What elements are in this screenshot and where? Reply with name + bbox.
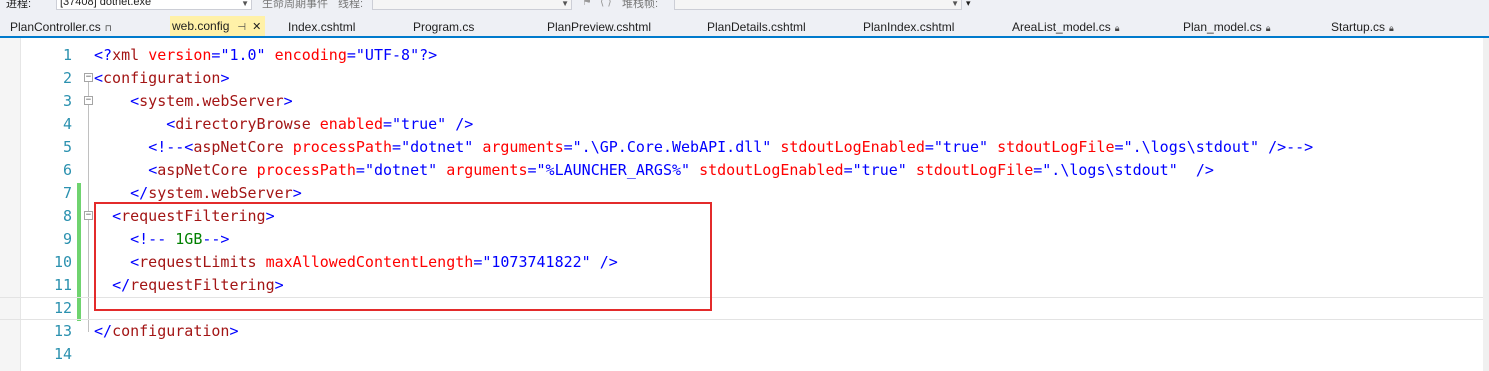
tab-label: web.config	[172, 19, 230, 33]
lock-icon: 🔒︎	[1265, 23, 1271, 33]
debug-toolbar: 进程: [37408] dotnet.exe ▼ 生命周期事件 线程: ▼ ⚑ …	[0, 0, 1489, 14]
process-value: [37408] dotnet.exe	[60, 0, 152, 8]
code-text: <system.webServer>	[130, 92, 293, 110]
collapse-icon[interactable]: −	[84, 96, 93, 105]
tab-plancontroller[interactable]: PlanController.cs ⊓	[10, 18, 112, 36]
code-line-13: 13 </configuration>	[0, 320, 1489, 343]
collapse-icon[interactable]: −	[84, 73, 93, 82]
code-line-4: 4 <directoryBrowse enabled="true" />	[0, 113, 1489, 136]
tab-label: PlanIndex.cshtml	[863, 20, 955, 34]
line-number: 12	[53, 299, 72, 317]
code-editor[interactable]: 1 <?xml version="1.0" encoding="UTF-8"?>…	[0, 38, 1489, 371]
line-number: 10	[53, 253, 72, 271]
process-label: 进程:	[6, 0, 32, 10]
code-text: <directoryBrowse enabled="true" />	[166, 115, 474, 133]
lock-icon: 🔒︎	[1389, 23, 1394, 33]
line-number: 9	[62, 230, 72, 248]
tab-planindex[interactable]: PlanIndex.cshtml	[863, 18, 954, 36]
pin-icon[interactable]: ⊣	[237, 22, 246, 33]
code-line-14: 14	[0, 343, 1489, 366]
line-number: 8	[62, 207, 72, 225]
code-text: <aspNetCore processPath="dotnet" argumen…	[148, 161, 1214, 179]
stack-nav-icon[interactable]: ⟨ ⟩	[600, 0, 612, 8]
tab-label: Startup.cs	[1331, 20, 1386, 34]
chevron-down-icon: ▼	[241, 0, 249, 8]
code-line-3: 3 − <system.webServer>	[0, 90, 1489, 113]
line-number: 6	[62, 161, 72, 179]
process-dropdown[interactable]: [37408] dotnet.exe ▼	[56, 0, 252, 10]
stack-frame-dropdown[interactable]: ▼	[674, 0, 962, 10]
collapse-icon[interactable]: −	[84, 211, 93, 220]
tab-label: Program.cs	[413, 20, 475, 34]
lifecycle-label[interactable]: 生命周期事件	[262, 0, 328, 11]
code-text: <?xml version="1.0" encoding="UTF-8"?>	[94, 46, 438, 64]
tab-label: Plan_model.cs	[1183, 20, 1262, 34]
pin-icon[interactable]: ⊓	[105, 23, 112, 33]
line-number: 4	[62, 115, 72, 133]
tab-plan-model[interactable]: Plan_model.cs 🔒︎	[1183, 18, 1271, 36]
line-number: 2	[62, 69, 72, 87]
tab-label: AreaList_model.cs	[1012, 20, 1111, 34]
thread-label: 线程:	[338, 0, 364, 10]
tab-label: PlanPreview.cshtml	[547, 20, 652, 34]
line-number: 11	[53, 276, 72, 294]
tab-web-config[interactable]: web.config ⊣ ✕	[170, 16, 266, 36]
code-text: <!--<aspNetCore processPath="dotnet" arg…	[148, 138, 1314, 156]
lock-icon: 🔒︎	[1114, 23, 1120, 33]
stack-frame-label: 堆栈帧:	[622, 0, 659, 10]
code-line-6: 6 <aspNetCore processPath="dotnet" argum…	[0, 159, 1489, 182]
code-text: </configuration>	[94, 322, 239, 340]
tab-startup[interactable]: Startup.cs 🔒︎	[1331, 18, 1394, 36]
flag-icon[interactable]: ⚑	[582, 0, 592, 8]
chevron-down-icon: ▼	[951, 0, 959, 8]
vertical-scrollbar[interactable]	[1483, 38, 1489, 371]
code-text: <configuration>	[94, 69, 230, 87]
document-tabs: PlanController.cs ⊓ web.config ⊣ ✕ Index.cs…	[0, 14, 1489, 38]
tab-label: Index.cshtml	[288, 20, 356, 34]
thread-dropdown[interactable]: ▼	[372, 0, 572, 10]
toolbar-overflow-icon[interactable]: ▾	[966, 0, 971, 9]
tab-program-cs[interactable]: Program.cs	[413, 18, 474, 36]
line-number: 14	[53, 345, 72, 363]
line-number: 1	[62, 46, 72, 64]
code-line-2: 2 − <configuration>	[0, 67, 1489, 90]
tab-planpreview[interactable]: PlanPreview.cshtml	[547, 18, 651, 36]
close-icon[interactable]: ✕	[252, 21, 261, 33]
tab-label: PlanController.cs	[10, 20, 101, 34]
line-number: 3	[62, 92, 72, 110]
line-number: 5	[62, 138, 72, 156]
tab-index-cshtml[interactable]: Index.cshtml	[288, 18, 355, 36]
code-line-5: 5 <!--<aspNetCore processPath="dotnet" a…	[0, 136, 1489, 159]
tab-plandetails[interactable]: PlanDetails.cshtml	[707, 18, 806, 36]
chevron-down-icon: ▼	[561, 0, 569, 8]
annotation-highlight-box	[94, 202, 712, 311]
code-line-1: 1 <?xml version="1.0" encoding="UTF-8"?>	[0, 44, 1489, 67]
tab-label: PlanDetails.cshtml	[707, 20, 806, 34]
tab-arealist-model[interactable]: AreaList_model.cs 🔒︎	[1012, 18, 1120, 36]
line-number: 13	[53, 322, 72, 340]
line-number: 7	[62, 184, 72, 202]
